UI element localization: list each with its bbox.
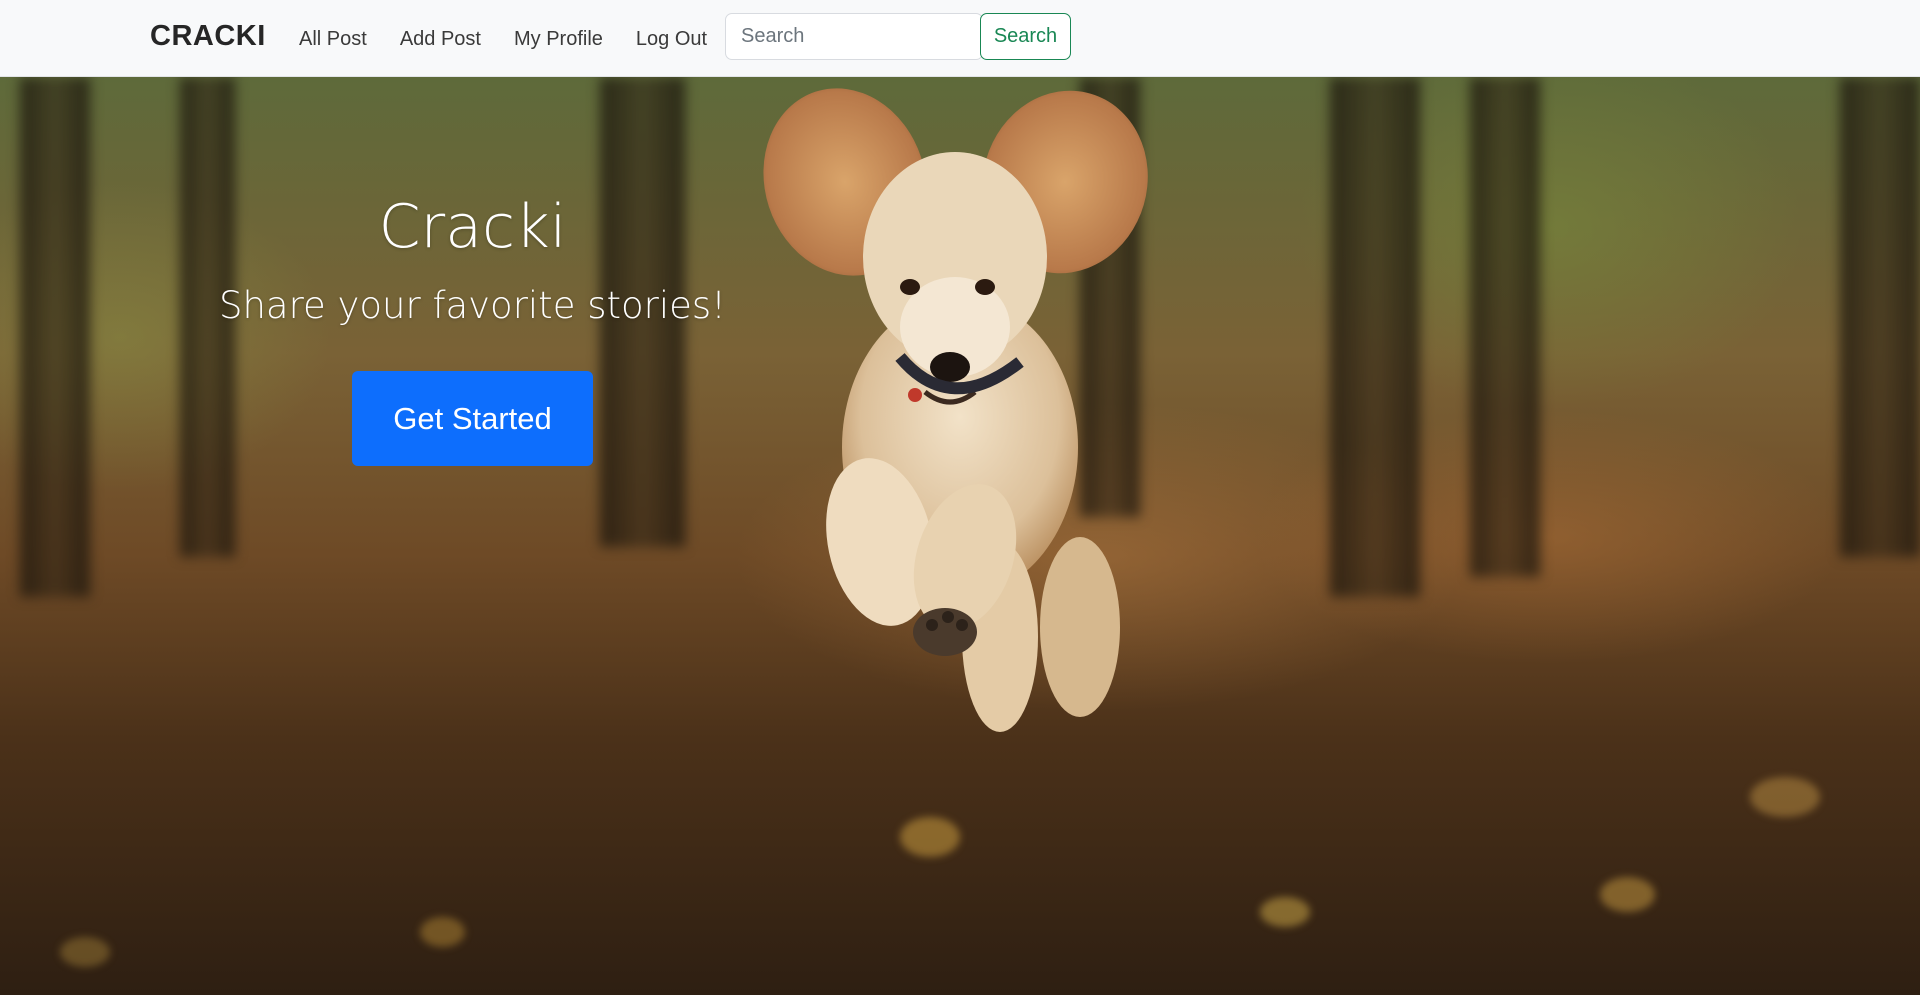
nav-link-all-post[interactable]: All Post	[299, 24, 367, 54]
dog-tag	[908, 388, 922, 402]
nav-link-my-profile[interactable]: My Profile	[514, 24, 603, 54]
nav-link-log-out[interactable]: Log Out	[636, 24, 707, 54]
brand-logo[interactable]: CRACKI	[150, 20, 266, 53]
dog-paw-pad	[956, 619, 968, 631]
nav-link-add-post[interactable]: Add Post	[400, 24, 481, 54]
get-started-button[interactable]: Get Started	[352, 371, 593, 466]
dog-eye	[900, 279, 920, 295]
dog-paw-pad	[926, 619, 938, 631]
search-button[interactable]: Search	[980, 13, 1071, 60]
search-form: Search	[725, 13, 1071, 60]
hero-section: Cracki Share your favorite stories! Get …	[0, 77, 1920, 995]
dog-paw-pad	[942, 611, 954, 623]
hero-content: Cracki Share your favorite stories! Get …	[200, 187, 745, 466]
nav-links: All Post Add Post My Profile Log Out	[299, 24, 740, 54]
hero-subtitle: Share your favorite stories!	[218, 284, 727, 327]
dog-back-leg	[1040, 537, 1120, 717]
dog-nose	[930, 352, 970, 382]
top-navbar: CRACKI All Post Add Post My Profile Log …	[0, 0, 1920, 77]
hero-title: Cracki	[378, 192, 567, 262]
search-input[interactable]	[725, 13, 983, 60]
dog-eye	[975, 279, 995, 295]
